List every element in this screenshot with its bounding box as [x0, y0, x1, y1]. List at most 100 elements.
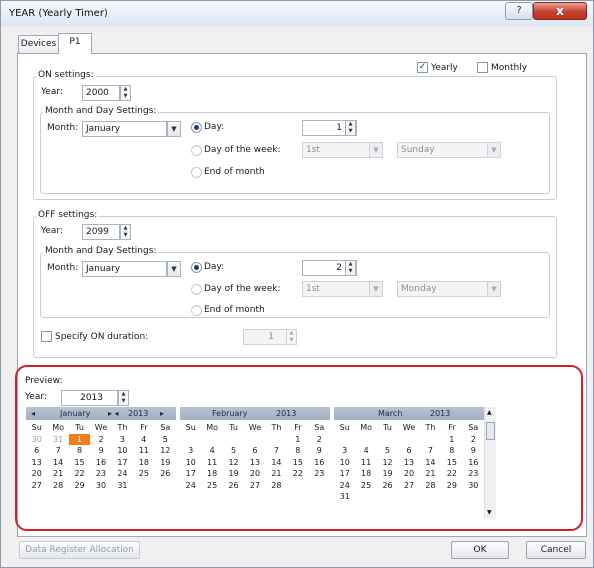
calendar-day[interactable]: 9 — [309, 445, 330, 457]
calendar-day[interactable]: 16 — [309, 457, 330, 469]
calendar-day[interactable]: 20 — [398, 468, 419, 480]
calendar-day[interactable]: 10 — [180, 457, 201, 469]
calendar-day[interactable]: 17 — [334, 468, 355, 480]
calendar-day[interactable]: 2 — [90, 434, 111, 446]
calendar-day[interactable]: 28 — [266, 480, 287, 492]
on-eom-radio[interactable] — [191, 167, 202, 178]
calendar-day[interactable]: 8 — [441, 445, 462, 457]
calendar-day[interactable]: 4 — [133, 434, 154, 446]
calendar-day[interactable]: 30 — [26, 434, 47, 446]
calendar-day[interactable]: 12 — [155, 445, 176, 457]
calendar-day[interactable]: 23 — [309, 468, 330, 480]
calendar-day[interactable]: 21 — [266, 468, 287, 480]
cancel-button[interactable]: Cancel — [526, 541, 586, 559]
calendar-day[interactable]: 30 — [90, 480, 111, 492]
calendar-day[interactable]: 10 — [334, 457, 355, 469]
calendar-day[interactable]: 11 — [355, 457, 376, 469]
calendar-day[interactable]: 9 — [90, 445, 111, 457]
scroll-up-icon[interactable]: ▲ — [487, 409, 492, 416]
on-weekday-dropdown-icon[interactable]: ▼ — [487, 142, 501, 158]
calendar-day[interactable]: 13 — [398, 457, 419, 469]
calendar-day[interactable]: 22 — [287, 468, 308, 480]
off-week-dropdown-icon[interactable]: ▼ — [369, 281, 383, 297]
calendar-day[interactable]: 17 — [180, 468, 201, 480]
calendar-day[interactable]: 15 — [69, 457, 90, 469]
tab-p1[interactable]: P1 — [58, 33, 92, 54]
on-week-select[interactable]: 1st — [302, 142, 372, 158]
on-duration-checkbox[interactable] — [41, 331, 52, 342]
off-day-radio[interactable] — [191, 262, 202, 273]
calendar-day[interactable]: 3 — [334, 445, 355, 457]
calendar-day[interactable]: 6 — [398, 445, 419, 457]
calendar-day[interactable]: 20 — [244, 468, 265, 480]
on-duration-spinner[interactable]: ▲ ▼ — [286, 329, 297, 345]
calendar-day[interactable]: 18 — [201, 468, 222, 480]
calendar-day[interactable]: 3 — [112, 434, 133, 446]
calendar-day[interactable]: 29 — [441, 480, 462, 492]
preview-year-spinner[interactable]: ▲ ▼ — [118, 390, 129, 406]
calendar-day[interactable]: 14 — [47, 457, 68, 469]
calendar-day[interactable]: 13 — [244, 457, 265, 469]
calendar-day[interactable]: 19 — [155, 457, 176, 469]
calendar-day[interactable]: 28 — [420, 480, 441, 492]
calendar-day[interactable]: 4 — [201, 445, 222, 457]
calendar-day[interactable]: 25 — [355, 480, 376, 492]
calendar-day[interactable]: 7 — [47, 445, 68, 457]
calendar-day[interactable]: 24 — [112, 468, 133, 480]
calendar-day[interactable]: 21 — [47, 468, 68, 480]
scroll-thumb[interactable] — [486, 422, 495, 440]
on-year-input[interactable]: 2000 — [82, 85, 120, 101]
calendar-day[interactable]: 1 — [68, 433, 91, 445]
off-day-spinner[interactable]: ▲ ▼ — [345, 260, 356, 276]
off-month-dropdown-icon[interactable]: ▼ — [167, 261, 181, 277]
calendar-day[interactable]: 17 — [112, 457, 133, 469]
calendar-day[interactable]: 11 — [201, 457, 222, 469]
calendar-day[interactable]: 6 — [26, 445, 47, 457]
tab-devices[interactable]: Devices — [18, 35, 59, 54]
off-year-spinner[interactable]: ▲ ▼ — [120, 224, 131, 240]
calendar-day[interactable]: 25 — [201, 480, 222, 492]
ok-button[interactable]: OK — [451, 541, 509, 559]
on-month-select[interactable]: January — [82, 121, 167, 137]
close-button[interactable]: x — [533, 2, 587, 20]
calendar-day[interactable]: 25 — [133, 468, 154, 480]
off-weekday-dropdown-icon[interactable]: ▼ — [487, 281, 501, 297]
calendar-day[interactable]: 7 — [420, 445, 441, 457]
calendar-day[interactable]: 26 — [155, 468, 176, 480]
on-duration-input[interactable]: 1 — [243, 329, 289, 345]
next-year-icon[interactable]: ▸ — [160, 407, 164, 420]
calendar-day[interactable]: 18 — [355, 468, 376, 480]
calendar-day[interactable]: 27 — [26, 480, 47, 492]
calendar-day[interactable]: 23 — [463, 468, 484, 480]
on-day-radio[interactable] — [191, 122, 202, 133]
yearly-checkbox[interactable]: ✓ — [417, 62, 428, 73]
calendar-day[interactable]: 20 — [26, 468, 47, 480]
calendar-day[interactable]: 13 — [26, 457, 47, 469]
calendar-day[interactable]: 9 — [463, 445, 484, 457]
calendar-day[interactable]: 5 — [155, 434, 176, 446]
monthly-checkbox[interactable] — [477, 62, 488, 73]
on-year-spinner[interactable]: ▲ ▼ — [120, 85, 131, 101]
calendar-day[interactable]: 10 — [112, 445, 133, 457]
calendar-day[interactable]: 6 — [244, 445, 265, 457]
on-month-dropdown-icon[interactable]: ▼ — [167, 121, 181, 137]
calendar-day[interactable]: 4 — [355, 445, 376, 457]
calendar-day[interactable]: 2 — [463, 434, 484, 446]
calendar-day[interactable]: 8 — [69, 445, 90, 457]
calendar-day[interactable]: 5 — [377, 445, 398, 457]
calendar-day[interactable]: 26 — [377, 480, 398, 492]
calendar-day[interactable]: 16 — [463, 457, 484, 469]
off-week-select[interactable]: 1st — [302, 281, 372, 297]
calendar-day[interactable]: 14 — [420, 457, 441, 469]
calendar-day[interactable]: 31 — [47, 434, 68, 446]
off-dow-radio[interactable] — [191, 284, 202, 295]
calendar-day[interactable]: 8 — [287, 445, 308, 457]
calendar-day[interactable]: 12 — [223, 457, 244, 469]
calendar-day[interactable]: 31 — [112, 480, 133, 492]
on-week-dropdown-icon[interactable]: ▼ — [369, 142, 383, 158]
calendar-day[interactable]: 22 — [441, 468, 462, 480]
calendar-day[interactable]: 1 — [287, 434, 308, 446]
calendar-day[interactable]: 26 — [223, 480, 244, 492]
calendar-day[interactable]: 28 — [47, 480, 68, 492]
off-month-select[interactable]: January — [82, 261, 167, 277]
